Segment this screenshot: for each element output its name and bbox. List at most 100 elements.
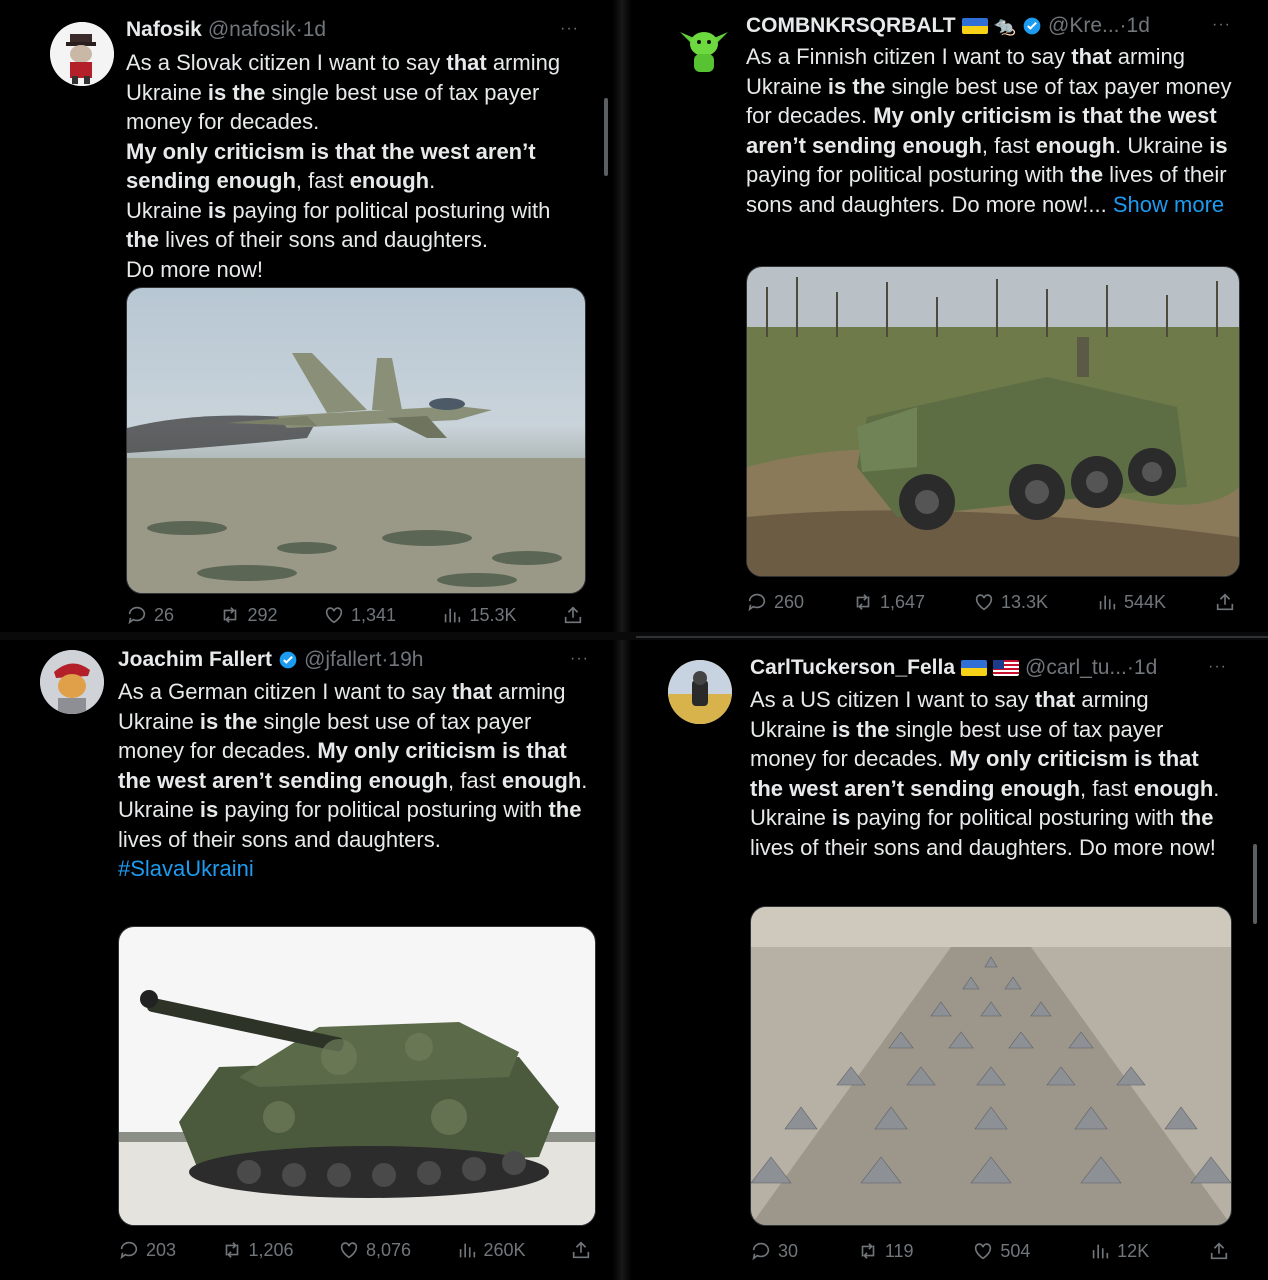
reply-button[interactable]: 260 [746,591,804,613]
tweet-image-tank[interactable] [118,926,596,1226]
display-name[interactable]: Joachim Fallert [118,648,272,672]
panel-divider [612,0,632,1280]
share-icon [1216,593,1234,611]
scrollbar[interactable] [604,98,608,176]
tweet-image-fighter-jet[interactable] [126,287,586,594]
tweet-text: As a German citizen I want to say that a… [118,679,588,881]
handle[interactable]: @nafosik·1d [208,18,326,42]
tweet-link[interactable]: Show more [1113,192,1224,217]
like-count: 13.3K [1001,591,1049,612]
views-count: 12K [1117,1240,1150,1261]
repost-button[interactable]: 1,206 [221,1239,294,1261]
views-button[interactable]: 12K [1089,1240,1149,1262]
handle[interactable]: @jfallert·19h [304,648,423,672]
tweet-header: Joachim Fallert @jfallert·19h [118,648,423,672]
reply-count: 26 [154,604,175,625]
share-button[interactable] [570,1239,592,1261]
views-button[interactable]: 260K [456,1239,526,1261]
like-count: 8,076 [366,1239,412,1260]
repost-icon [861,1243,875,1259]
tweet-carltuckerson-fella[interactable]: CarlTuckerson_Fella @carl_tu...·1d ··· A… [632,640,1268,1280]
verified-icon [1023,17,1041,35]
share-icon [1210,1242,1228,1260]
like-button[interactable]: 8,076 [338,1239,411,1261]
us-flag-icon [993,660,1020,676]
share-button[interactable] [1208,1240,1230,1262]
reply-count: 203 [146,1239,177,1260]
views-count: 544K [1124,591,1167,612]
share-button[interactable] [1214,591,1236,613]
views-icon [459,1243,475,1258]
reply-button[interactable]: 26 [126,604,174,626]
views-icon [445,608,461,623]
like-icon [975,1243,992,1260]
like-icon [340,1242,358,1259]
ukraine-flag-icon [961,660,988,676]
views-icon [1092,1244,1109,1259]
reply-count: 30 [778,1240,799,1261]
handle[interactable]: @carl_tu...·1d [1025,656,1157,680]
share-icon [572,1241,590,1259]
like-count: 1,341 [350,604,397,625]
reply-button[interactable]: 30 [750,1240,798,1262]
tweet-link[interactable]: #SlavaUkraini [118,856,254,881]
reply-icon [748,593,766,612]
repost-icon [224,607,237,623]
tweet-actions: 203 1,206 8,076 260K [118,1239,592,1261]
avatar[interactable] [50,22,114,86]
handle[interactable]: @Kre...·1d [1048,14,1150,38]
more-icon[interactable]: ··· [560,20,579,38]
like-button[interactable]: 504 [972,1240,1030,1262]
tweet-nafosik[interactable]: Nafosik @nafosik·1d ··· As a Slovak citi… [0,0,612,636]
tweet-text: As a Slovak citizen I want to say that a… [126,50,561,282]
avatar[interactable] [668,660,732,724]
tweet-joachim-fallert[interactable]: Joachim Fallert @jfallert·19h ··· As a G… [0,640,624,1280]
repost-button[interactable]: 1,647 [852,591,925,613]
like-count: 504 [1000,1240,1031,1261]
more-icon[interactable]: ··· [1208,658,1227,676]
verified-icon [279,651,297,669]
tweet-image-fighter-jets-runway[interactable] [750,906,1232,1226]
repost-button[interactable]: 292 [219,604,278,626]
reply-icon [120,1241,138,1260]
views-button[interactable]: 544K [1096,591,1166,613]
tweet-header: COMBNKRSQRBALT 🐀 @Kre...·1d [746,14,1150,38]
ukraine-flag-icon [961,18,988,34]
tweet-actions: 30 119 504 12K [750,1240,1230,1262]
reply-icon [752,1242,770,1261]
tweet-actions: 26 292 1,341 15.3K [126,604,584,626]
tweet-actions: 260 1,647 13.3K 544K [746,591,1236,613]
reply-icon [128,606,146,625]
tweet-header: Nafosik @nafosik·1d [126,18,326,42]
reply-button[interactable]: 203 [118,1239,176,1261]
display-name[interactable]: CarlTuckerson_Fella [750,656,955,680]
repost-icon [225,1242,238,1258]
views-button[interactable]: 15.3K [441,604,517,626]
scrollbar[interactable] [1253,844,1257,924]
like-button[interactable]: 1,341 [323,604,396,626]
avatar[interactable] [672,14,736,78]
tweet-header: CarlTuckerson_Fella @carl_tu...·1d [750,656,1157,680]
tweet-image-armored-vehicle[interactable] [746,266,1240,577]
like-icon [975,594,993,611]
views-count: 15.3K [469,604,517,625]
like-icon [325,607,343,624]
display-name[interactable]: COMBNKRSQRBALT [746,14,956,38]
repost-count: 119 [884,1240,914,1261]
repost-count: 292 [247,604,278,625]
repost-icon [856,594,870,610]
share-button[interactable] [562,604,584,626]
repost-count: 1,206 [248,1239,294,1260]
views-count: 260K [483,1239,526,1260]
repost-button[interactable]: 119 [857,1240,914,1262]
tweet-text: As a Finnish citizen I want to say that … [746,44,1232,217]
views-icon [1099,595,1116,610]
avatar[interactable] [40,650,104,714]
tweet-combnkrsqrbalt[interactable]: COMBNKRSQRBALT 🐀 @Kre...·1d ··· As a Fin… [632,0,1268,630]
more-icon[interactable]: ··· [1212,16,1231,34]
like-button[interactable]: 13.3K [973,591,1048,613]
display-name[interactable]: Nafosik [126,18,202,42]
more-icon[interactable]: ··· [570,650,589,668]
rat-emoji-icon: 🐀 [993,15,1017,36]
repost-count: 1,647 [880,591,926,612]
